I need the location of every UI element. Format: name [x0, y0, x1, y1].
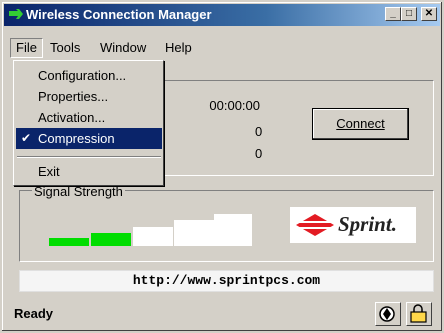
signal-bar-3 [133, 227, 173, 246]
connect-label: Connect [336, 116, 385, 131]
status-settings-button[interactable] [375, 302, 401, 326]
lock-icon [410, 304, 427, 323]
menu-help[interactable]: Help [160, 38, 197, 58]
sprint-wordmark: Sprint. [338, 212, 397, 236]
bytes-sent-value: 0 [255, 124, 263, 139]
window-title: Wireless Connection Manager [26, 7, 212, 22]
sprint-diamond-icon [295, 214, 335, 236]
compression-label: Compression [38, 131, 115, 146]
menu-bar: File Tools Window Help [10, 38, 435, 58]
network-settings-icon [379, 306, 395, 322]
elapsed-time: 00:00:00 [209, 98, 260, 113]
website-link[interactable]: http://www.sprintpcs.com [19, 270, 434, 292]
menu-item-exit[interactable]: Exit [16, 161, 162, 182]
status-bar: Ready [10, 300, 438, 328]
menu-item-configuration[interactable]: Configuration... [16, 65, 162, 86]
signal-bar-5 [214, 214, 252, 246]
menu-file[interactable]: File [10, 38, 43, 58]
menu-item-activation[interactable]: Activation... [16, 107, 162, 128]
menu-item-properties[interactable]: Properties... [16, 86, 162, 107]
menu-window[interactable]: Window [95, 38, 151, 58]
bytes-received-value: 0 [255, 146, 263, 161]
minimize-button[interactable]: _ [385, 7, 401, 21]
title-bar[interactable]: Wireless Connection Manager _ □ ✕ [4, 4, 440, 26]
connect-button[interactable]: Connect [312, 108, 409, 140]
status-lock-button[interactable] [406, 302, 432, 326]
status-text: Ready [14, 306, 54, 321]
signal-bar-4 [174, 220, 214, 246]
signal-strength-label: Signal Strength [32, 184, 125, 199]
menu-tools[interactable]: Tools [45, 38, 85, 58]
close-button[interactable]: ✕ [421, 7, 437, 21]
menu-separator [17, 156, 161, 158]
app-arrow-icon [9, 9, 23, 19]
sprint-logo: Sprint. [290, 207, 416, 243]
file-menu-dropdown: Configuration... Properties... Activatio… [13, 60, 164, 186]
app-window: Wireless Connection Manager _ □ ✕ File T… [0, 0, 444, 333]
signal-bar-1 [49, 238, 89, 246]
maximize-button[interactable]: □ [401, 7, 417, 21]
signal-bar-2 [91, 233, 131, 246]
checkmark-icon: ✔ [21, 131, 32, 145]
menu-item-compression[interactable]: ✔ Compression [16, 128, 162, 149]
